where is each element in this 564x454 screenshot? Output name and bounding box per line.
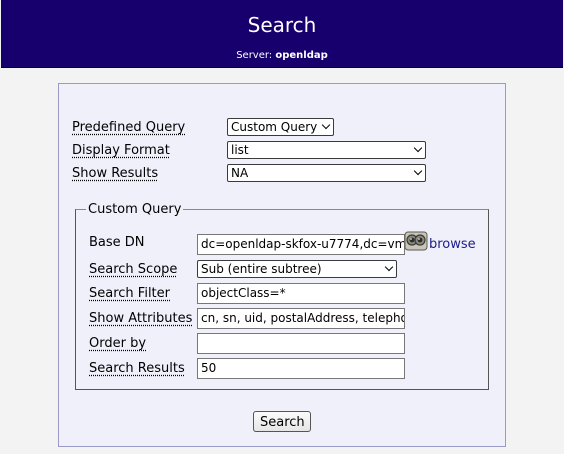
- server-line: Server: openldap: [1, 49, 563, 63]
- search-form-panel: Predefined Query Custom Query Display Fo…: [58, 83, 506, 447]
- chevron-down-icon: [321, 120, 331, 130]
- search-scope-value: Sub (entire subtree): [201, 262, 322, 276]
- chevron-down-icon: [384, 262, 394, 272]
- custom-query-legend: Custom Query: [88, 202, 182, 217]
- display-format-value: list: [231, 143, 249, 157]
- show-results-value: NA: [231, 166, 249, 180]
- show-attributes-input[interactable]: cn, sn, uid, postalAddress, telephoneNum…: [197, 308, 405, 329]
- search-scope-label: Search Scope: [89, 262, 178, 277]
- base-dn-label: Base DN: [89, 235, 145, 250]
- show-attributes-label: Show Attributes: [89, 311, 193, 326]
- search-scope-select[interactable]: Sub (entire subtree): [197, 260, 397, 278]
- binoculars-icon[interactable]: [404, 230, 428, 252]
- display-format-select[interactable]: list: [227, 141, 426, 159]
- server-label: Server:: [236, 50, 273, 61]
- display-format-label: Display Format: [72, 143, 170, 158]
- search-results-label: Search Results: [89, 361, 185, 376]
- search-filter-input[interactable]: objectClass=*: [197, 283, 405, 304]
- browse-link[interactable]: browse: [429, 237, 476, 253]
- order-by-input[interactable]: [197, 333, 405, 354]
- chevron-down-icon: [413, 166, 423, 176]
- page-title: Search: [247, 13, 317, 37]
- show-results-label: Show Results: [72, 166, 159, 181]
- search-filter-label: Search Filter: [89, 286, 170, 301]
- base-dn-input[interactable]: dc=openldap-skfox-u7774,dc=vm,dc=example: [197, 234, 405, 255]
- predefined-query-value: Custom Query: [231, 120, 318, 134]
- search-button[interactable]: Search: [253, 411, 311, 432]
- search-results-input[interactable]: 50: [197, 358, 405, 379]
- page-header: Search Server: openldap: [1, 0, 563, 68]
- chevron-down-icon: [413, 143, 423, 153]
- order-by-label: Order by: [89, 336, 147, 351]
- server-name: openldap: [275, 50, 328, 61]
- predefined-query-label: Predefined Query: [72, 120, 186, 135]
- predefined-query-select[interactable]: Custom Query: [227, 118, 334, 136]
- show-results-select[interactable]: NA: [227, 164, 426, 182]
